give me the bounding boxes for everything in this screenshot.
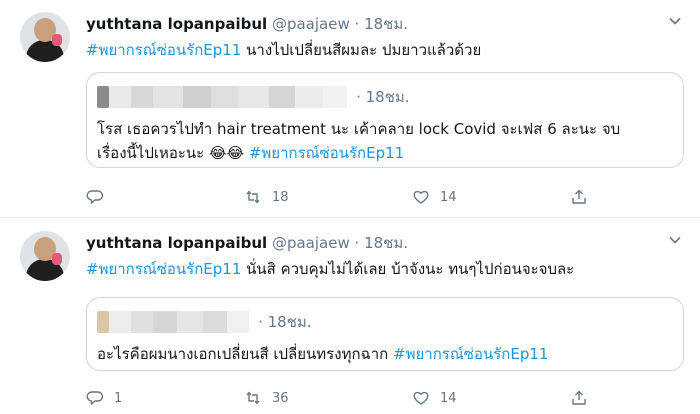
tweet-divider (0, 217, 700, 218)
tweet-header: yuthtana lopanpaibul @paajaew · 18ชม. (86, 231, 408, 255)
avatar[interactable] (20, 12, 70, 62)
reply-icon (86, 190, 104, 204)
share-icon (572, 189, 586, 204)
quoted-line: อะไรคือผมนางเอกเปลี่ยนสี เปลี่ยนทรงทุกฉา… (97, 345, 549, 363)
tweet-body: นางไปเปลี่ยนสีผมละ ปมยาวแล้วด้วย (241, 41, 482, 59)
separator-dot: · (354, 234, 360, 252)
heart-icon (413, 190, 429, 204)
blurred-name (183, 86, 211, 108)
separator-dot: · (354, 15, 360, 33)
avatar-hand (52, 34, 62, 46)
tweet-time[interactable]: 18ชม. (364, 234, 408, 252)
user-name[interactable]: yuthtana lopanpaibul (86, 234, 267, 252)
blurred-name (153, 86, 183, 108)
share-icon (572, 390, 586, 405)
blurred-avatar (97, 86, 109, 108)
tweet-text: #พยากรณ์ซ่อนรักEp11 นางไปเปลี่ยนสีผมละ ป… (86, 38, 481, 62)
quoted-tweet[interactable]: · 18ชม. อะไรคือผมนางเอกเปลี่ยนสี เปลี่ยน… (86, 297, 684, 371)
tweet-actions: 18 14 (86, 186, 646, 208)
blurred-name (295, 86, 323, 108)
user-handle[interactable]: @paajaew (272, 234, 350, 252)
retweet-icon (246, 391, 260, 405)
blurred-name (203, 311, 227, 333)
retweet-button[interactable]: 18 (244, 186, 289, 208)
tweet-header: yuthtana lopanpaibul @paajaew · 18ชม. (86, 12, 408, 36)
reply-count: 1 (114, 390, 123, 406)
blurred-name (227, 311, 249, 333)
blurred-name (131, 86, 153, 108)
tweet-time[interactable]: 18ชม. (364, 15, 408, 33)
quoted-line: โรส เธอควรไปทำ hair treatment นะ เค้าคลา… (97, 120, 621, 138)
quoted-tweet-text: โรส เธอควรไปทำ hair treatment นะ เค้าคลา… (97, 117, 620, 165)
hashtag-link[interactable]: #พยากรณ์ซ่อนรักEp11 (86, 41, 241, 59)
quoted-tweet-header: · 18ชม. (97, 310, 312, 333)
reply-icon (86, 391, 104, 405)
chevron-down-icon[interactable] (668, 233, 682, 251)
chevron-down-icon[interactable] (668, 14, 682, 32)
quoted-line: เรื่องนี้ไปเหอะนะ 😂😂 #พยากรณ์ซ่อนรักEp11 (97, 144, 405, 162)
retweet-icon (246, 190, 260, 204)
quoted-tweet-header: · 18ชม. (97, 85, 410, 108)
hashtag-link[interactable]: #พยากรณ์ซ่อนรักEp11 (86, 260, 241, 278)
quoted-tweet[interactable]: · 18ชม. โรส เธอควรไปทำ hair treatment นะ… (86, 72, 684, 168)
avatar[interactable] (20, 231, 70, 281)
share-button[interactable] (570, 387, 588, 409)
retweet-count: 18 (272, 189, 289, 205)
reply-button[interactable] (86, 186, 114, 208)
blurred-name (109, 86, 131, 108)
blurred-avatar (97, 311, 109, 333)
blurred-name (211, 86, 239, 108)
avatar-hand (52, 253, 62, 265)
user-handle[interactable]: @paajaew (272, 15, 350, 33)
reply-button[interactable]: 1 (86, 387, 122, 409)
blurred-name (177, 311, 203, 333)
tweet-text: #พยากรณ์ซ่อนรักEp11 นั่นสิ ควบคุมไม่ได้เ… (86, 257, 574, 281)
quoted-tweet-time: · 18ชม. (356, 88, 410, 106)
like-button[interactable]: 14 (412, 186, 457, 208)
retweet-count: 36 (272, 390, 289, 406)
share-button[interactable] (570, 186, 588, 208)
quoted-tweet-text: อะไรคือผมนางเอกเปลี่ยนสี เปลี่ยนทรงทุกฉา… (97, 342, 548, 366)
tweet[interactable]: yuthtana lopanpaibul @paajaew · 18ชม. #พ… (0, 0, 700, 218)
hashtag-link[interactable]: #พยากรณ์ซ่อนรักEp11 (393, 345, 548, 363)
blurred-name (109, 311, 131, 333)
blurred-name (131, 311, 153, 333)
tweet-body: นั่นสิ ควบคุมไม่ได้เลย บ้าจังนะ ทนๆไปก่อ… (241, 260, 575, 278)
tweet[interactable]: yuthtana lopanpaibul @paajaew · 18ชม. #พ… (0, 219, 700, 414)
heart-icon (413, 391, 429, 405)
blurred-name (153, 311, 177, 333)
like-button[interactable]: 14 (412, 387, 457, 409)
blurred-name (269, 86, 295, 108)
like-count: 14 (440, 390, 457, 406)
user-name[interactable]: yuthtana lopanpaibul (86, 15, 267, 33)
quoted-tweet-time: · 18ชม. (258, 313, 312, 331)
hashtag-link[interactable]: #พยากรณ์ซ่อนรักEp11 (249, 144, 404, 162)
retweet-button[interactable]: 36 (244, 387, 289, 409)
blurred-name (323, 86, 347, 108)
blurred-name (239, 86, 269, 108)
like-count: 14 (440, 189, 457, 205)
tweet-actions: 1 36 14 (86, 387, 646, 409)
